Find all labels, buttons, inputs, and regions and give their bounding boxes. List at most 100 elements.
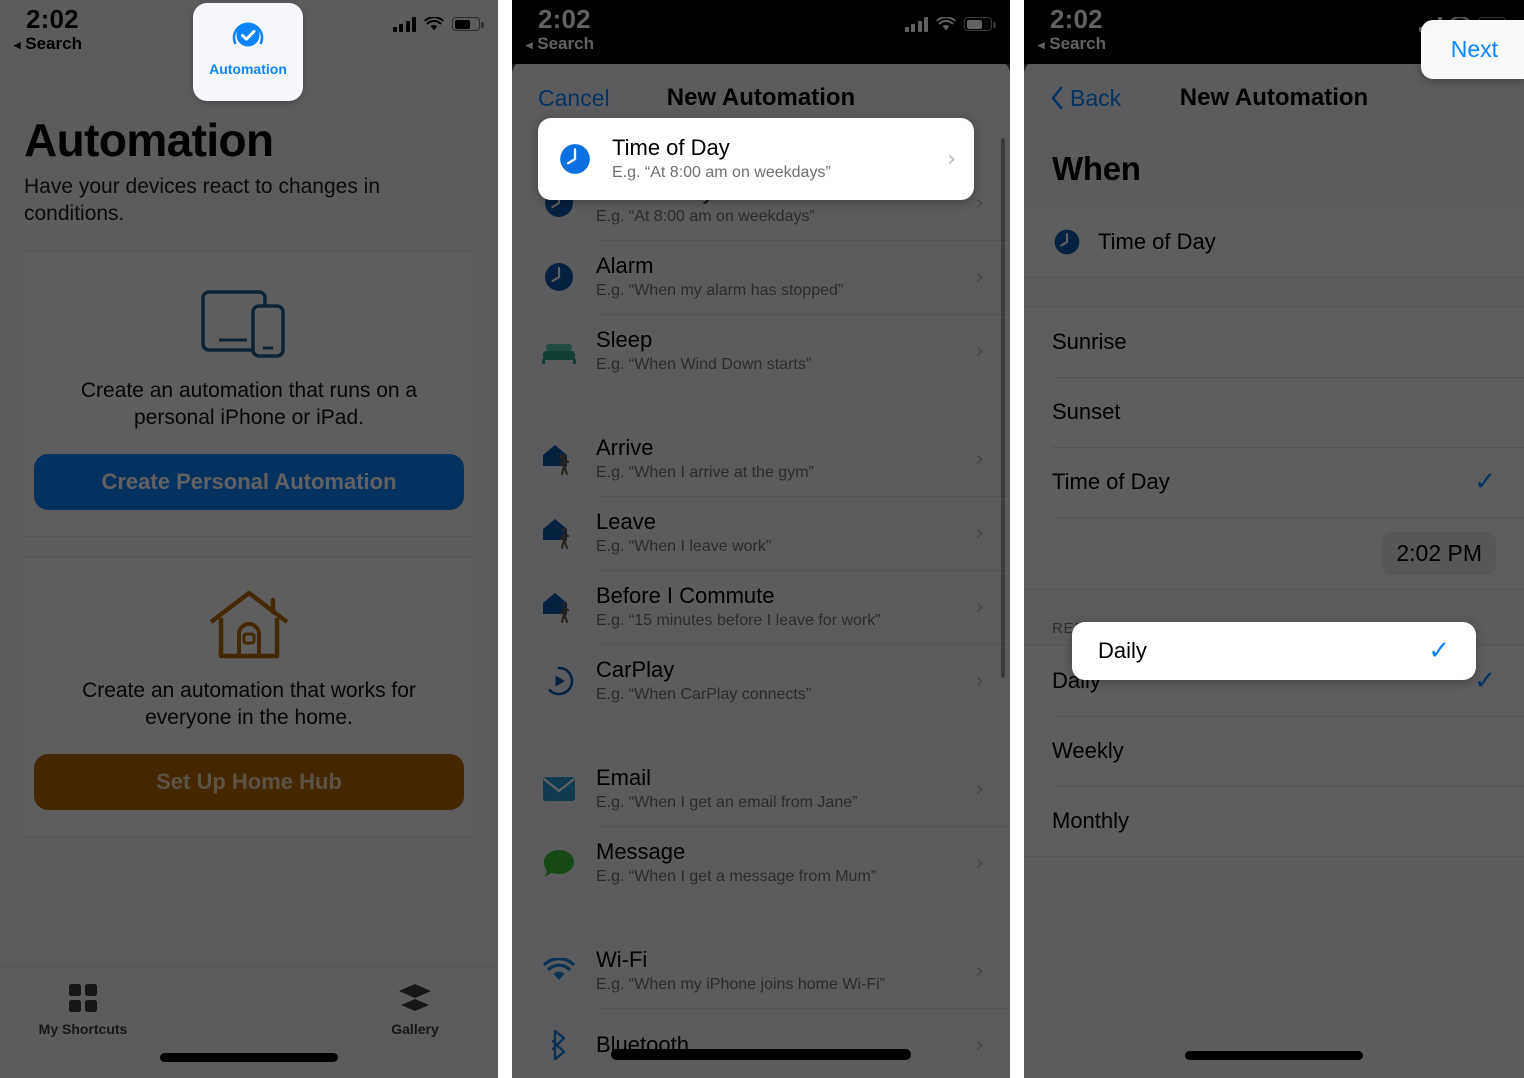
trigger-row-time-of-day[interactable]: Time of Day E.g. “At 8:00 am on weekdays… — [538, 118, 974, 200]
clock-icon — [1052, 227, 1082, 257]
back-triangle-icon: ◂ — [14, 37, 21, 52]
trigger-subtitle: E.g. “When my iPhone joins home Wi-Fi” — [596, 976, 885, 994]
personal-automation-description: Create an automation that runs on a pers… — [80, 379, 418, 430]
home-indicator — [611, 1049, 911, 1060]
cancel-button[interactable]: Cancel — [538, 85, 610, 112]
trigger-row-wifi[interactable]: Wi-Fi E.g. “When my iPhone joins home Wi… — [512, 934, 1010, 1008]
phone-panel-when-configuration: 2:02 ◂ Search Back New Automation When T… — [1024, 0, 1524, 1078]
repeat-option-daily[interactable]: Daily ✓ — [1072, 622, 1476, 680]
trigger-row-sleep[interactable]: Sleep E.g. “When Wind Down starts” › — [512, 314, 1010, 388]
trigger-subtitle: E.g. “When I get an email from Jane” — [596, 794, 858, 812]
trigger-subtitle: E.g. “At 8:00 am on weekdays” — [612, 164, 831, 182]
set-up-home-hub-button[interactable]: Set Up Home Hub — [34, 753, 464, 810]
home-automation-description: Create an automation that works for ever… — [82, 678, 416, 729]
trigger-row-message[interactable]: Message E.g. “When I get a message from … — [512, 826, 1010, 900]
devices-ipad-iphone-icon — [201, 290, 285, 358]
home-automation-card: Create an automation that works for ever… — [24, 556, 474, 837]
chevron-right-icon: › — [975, 338, 984, 364]
trigger-row-bluetooth[interactable]: Bluetooth › — [512, 1008, 1010, 1078]
phone-panel-new-automation-triggers: 2:02 ◂ Search Cancel New Automation E.g.… — [512, 0, 1010, 1078]
selected-trigger-row[interactable]: Time of Day — [1024, 207, 1524, 277]
tab-gallery[interactable]: Gallery — [332, 981, 498, 1037]
trigger-row-text: Time of Day E.g. “At 8:00 am on weekdays… — [612, 134, 937, 183]
back-button-label: Back — [1070, 84, 1122, 111]
page-subtitle: Have your devices react to changes in co… — [24, 175, 381, 225]
trigger-row-text: Arrive E.g. “When I arrive at the gym” — [596, 435, 965, 483]
tutorial-screenshot-strip: 2:02 ◂ Search Automation Have your devic… — [0, 0, 1524, 1078]
tab-automation-label: Automation — [209, 61, 287, 77]
carplay-icon — [538, 660, 580, 702]
next-button[interactable]: Next — [1420, 20, 1524, 79]
trigger-row-arrive[interactable]: Arrive E.g. “When I arrive at the gym” › — [512, 422, 1010, 496]
back-button[interactable]: Back — [1050, 85, 1121, 112]
status-bar-time: 2:02 — [1050, 4, 1103, 34]
trigger-row-text: Email E.g. “When I get an email from Jan… — [596, 764, 965, 813]
chevron-right-icon: › — [975, 850, 984, 876]
tab-automation[interactable]: Automation — [193, 3, 303, 101]
status-bar-back-label: Search — [25, 34, 82, 53]
trigger-subtitle: E.g. “At 8:00 am on weekdays” — [596, 208, 815, 226]
back-triangle-icon: ◂ — [1038, 37, 1045, 52]
trigger-row-alarm[interactable]: Alarm E.g. “When my alarm has stopped” › — [512, 240, 1010, 314]
chevron-left-icon — [1051, 86, 1063, 110]
chevron-right-icon: › — [975, 520, 984, 546]
trigger-row-leave[interactable]: Leave E.g. “When I leave work” › — [512, 496, 1010, 570]
battery-icon — [964, 17, 996, 31]
chevron-right-icon: › — [947, 146, 956, 172]
trigger-subtitle: E.g. “When I leave work” — [596, 538, 772, 556]
repeat-option-weekly[interactable]: Weekly — [1024, 716, 1524, 786]
when-heading: When — [1052, 150, 1141, 187]
trigger-group: Arrive E.g. “When I arrive at the gym” › — [512, 422, 1010, 718]
status-bar-indicators — [392, 16, 484, 32]
chevron-right-icon: › — [975, 594, 984, 620]
option-time-of-day[interactable]: Time of Day ✓ — [1024, 447, 1524, 517]
trigger-row-before-i-commute[interactable]: Before I Commute E.g. “15 minutes before… — [512, 570, 1010, 644]
status-bar-back-label: Search — [537, 34, 594, 53]
trigger-subtitle: E.g. “15 minutes before I leave for work… — [596, 612, 881, 630]
status-bar-back-to-search[interactable]: ◂ Search — [14, 34, 82, 54]
chevron-right-icon: › — [975, 668, 984, 694]
status-bar-back-label: Search — [1049, 34, 1106, 53]
back-triangle-icon: ◂ — [526, 37, 533, 52]
trigger-list[interactable]: Time of Day E.g. “At 8:00 am on weekdays… — [512, 136, 1010, 1078]
trigger-row-email[interactable]: Email E.g. “When I get an email from Jan… — [512, 752, 1010, 826]
time-value[interactable]: 2:02 PM — [1382, 531, 1496, 575]
trigger-subtitle: E.g. “When Wind Down starts” — [596, 356, 812, 374]
option-label: Sunrise — [1052, 329, 1127, 354]
option-label: Daily — [1098, 638, 1147, 663]
status-bar-indicators — [904, 16, 996, 32]
tab-my-shortcuts[interactable]: My Shortcuts — [0, 981, 166, 1037]
when-scroll-area[interactable]: When Time of Day Sunrise Sunset Time of … — [1024, 136, 1524, 1078]
status-bar-time: 2:02 — [26, 4, 79, 34]
trigger-row-carplay[interactable]: CarPlay E.g. “When CarPlay connects” › — [512, 644, 1010, 718]
chevron-right-icon: › — [975, 190, 984, 216]
tab-gallery-label: Gallery — [391, 1021, 439, 1037]
chevron-right-icon: › — [975, 958, 984, 984]
trigger-title: CarPlay — [596, 656, 675, 682]
home-house-icon — [209, 590, 289, 659]
time-picker-row[interactable]: 2:02 PM — [1024, 517, 1524, 589]
house-walk-icon — [538, 438, 580, 480]
option-sunrise[interactable]: Sunrise — [1024, 307, 1524, 377]
trigger-title: Time of Day — [612, 134, 730, 160]
status-bar-back-to-search[interactable]: ◂ Search — [1038, 34, 1106, 54]
vertical-scrollbar[interactable] — [1001, 138, 1005, 678]
time-options-card: Sunrise Sunset Time of Day ✓ 2:02 PM — [1024, 306, 1524, 590]
tab-my-shortcuts-label: My Shortcuts — [38, 1021, 128, 1037]
trigger-title: Email — [596, 764, 652, 790]
option-sunset[interactable]: Sunset — [1024, 377, 1524, 447]
new-automation-sheet: Cancel New Automation Time of Day E.g. “… — [512, 60, 1010, 1078]
trigger-subtitle: E.g. “When I get a message from Mum” — [596, 868, 877, 886]
panel-divider-1 — [498, 0, 512, 1078]
trigger-title: Sleep — [596, 326, 653, 352]
wifi-icon — [538, 950, 580, 992]
create-personal-automation-button[interactable]: Create Personal Automation — [34, 453, 464, 510]
repeat-option-monthly[interactable]: Monthly — [1024, 786, 1524, 856]
selected-trigger-card: Time of Day — [1024, 206, 1524, 278]
trigger-row-text: Leave E.g. “When I leave work” — [596, 509, 965, 557]
when-configuration-sheet: Back New Automation When Time of Day Sun… — [1024, 60, 1524, 1078]
status-bar-back-to-search[interactable]: ◂ Search — [526, 34, 594, 54]
checkmark-icon: ✓ — [1474, 666, 1496, 696]
trigger-title: Before I Commute — [596, 582, 775, 608]
house-walk-icon — [538, 512, 580, 554]
